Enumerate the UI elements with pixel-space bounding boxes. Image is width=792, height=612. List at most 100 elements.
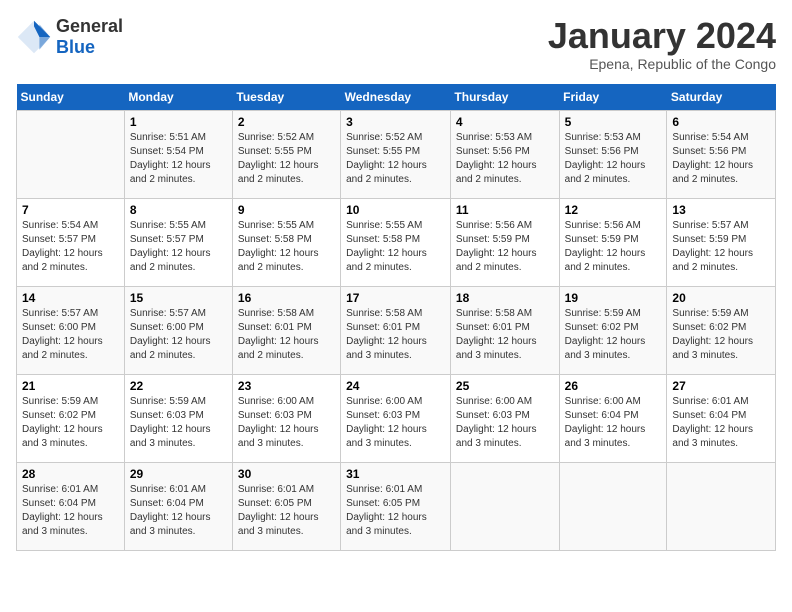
day-info: Sunrise: 6:01 AM Sunset: 6:04 PM Dayligh… [22,483,119,539]
calendar-cell: 14Sunrise: 5:57 AM Sunset: 6:00 PM Dayli… [17,286,125,374]
day-number: 6 [672,115,770,129]
calendar-cell: 9 Sunrise: 5:55 AM Sunset: 5:58 PM Daylig… [232,198,340,286]
day-info: Sunrise: 5:57 AM Sunset: 6:00 PM Dayligh… [130,307,227,363]
day-number: 9 [238,203,335,217]
day-number: 28 [22,467,119,481]
day-info: Sunrise: 5:59 AM Sunset: 6:02 PM Dayligh… [22,395,119,451]
day-info: Sunrise: 5:53 AM Sunset: 5:56 PM Dayligh… [456,131,554,187]
calendar-cell: 6 Sunrise: 5:54 AM Sunset: 5:56 PM Daylig… [667,110,776,198]
calendar-cell: 25Sunrise: 6:00 AM Sunset: 6:03 PM Dayli… [450,374,559,462]
weekday-header-saturday: Saturday [667,84,776,111]
day-number: 17 [346,291,445,305]
calendar-week-row: 28 Sunrise: 6:01 AM Sunset: 6:04 PM Dayli… [17,462,776,550]
calendar-cell: 18 Sunrise: 5:58 AM Sunset: 6:01 PM Dayli… [450,286,559,374]
day-number: 8 [130,203,227,217]
calendar-cell: 7 Sunrise: 5:54 AM Sunset: 5:57 PM Daylig… [17,198,125,286]
calendar-cell: 24 Sunrise: 6:00 AM Sunset: 6:03 PM Dayli… [341,374,451,462]
day-info: Sunrise: 5:56 AM Sunset: 5:59 PM Dayligh… [565,219,662,275]
day-number: 13 [672,203,770,217]
day-number: 21 [22,379,119,393]
calendar-week-row: 14Sunrise: 5:57 AM Sunset: 6:00 PM Dayli… [17,286,776,374]
day-info: Sunrise: 6:00 AM Sunset: 6:03 PM Dayligh… [238,395,335,451]
weekday-header-row: SundayMondayTuesdayWednesdayThursdayFrid… [17,84,776,111]
calendar-cell: 23 Sunrise: 6:00 AM Sunset: 6:03 PM Dayli… [232,374,340,462]
calendar-cell: 16Sunrise: 5:58 AM Sunset: 6:01 PM Dayli… [232,286,340,374]
day-info: Sunrise: 5:58 AM Sunset: 6:01 PM Dayligh… [346,307,445,363]
day-number: 10 [346,203,445,217]
header: General Blue January 2024 Epena, Republi… [16,16,776,72]
calendar-cell: 1Sunrise: 5:51 AM Sunset: 5:54 PM Daylig… [124,110,232,198]
calendar-cell: 29 Sunrise: 6:01 AM Sunset: 6:04 PM Dayli… [124,462,232,550]
day-number: 23 [238,379,335,393]
weekday-header-sunday: Sunday [17,84,125,111]
calendar-cell [17,110,125,198]
day-number: 12 [565,203,662,217]
day-number: 20 [672,291,770,305]
day-number: 19 [565,291,662,305]
calendar-week-row: 7 Sunrise: 5:54 AM Sunset: 5:57 PM Daylig… [17,198,776,286]
location-subtitle: Epena, Republic of the Congo [548,56,776,72]
day-info: Sunrise: 5:54 AM Sunset: 5:57 PM Dayligh… [22,219,119,275]
day-number: 30 [238,467,335,481]
day-number: 1 [130,115,227,129]
logo-blue-text: Blue [56,37,123,58]
calendar-cell: 13 Sunrise: 5:57 AM Sunset: 5:59 PM Dayli… [667,198,776,286]
day-info: Sunrise: 6:01 AM Sunset: 6:05 PM Dayligh… [238,483,335,539]
day-info: Sunrise: 5:56 AM Sunset: 5:59 PM Dayligh… [456,219,554,275]
calendar-cell: 3Sunrise: 5:52 AM Sunset: 5:55 PM Daylig… [341,110,451,198]
day-number: 25 [456,379,554,393]
day-number: 11 [456,203,554,217]
day-info: Sunrise: 6:00 AM Sunset: 6:03 PM Dayligh… [346,395,445,451]
calendar-cell: 21 Sunrise: 5:59 AM Sunset: 6:02 PM Dayli… [17,374,125,462]
calendar-cell: 12 Sunrise: 5:56 AM Sunset: 5:59 PM Dayli… [559,198,667,286]
calendar-cell [559,462,667,550]
day-number: 29 [130,467,227,481]
day-info: Sunrise: 6:01 AM Sunset: 6:04 PM Dayligh… [672,395,770,451]
weekday-header-monday: Monday [124,84,232,111]
day-info: Sunrise: 5:53 AM Sunset: 5:56 PM Dayligh… [565,131,662,187]
day-number: 24 [346,379,445,393]
day-number: 18 [456,291,554,305]
day-info: Sunrise: 5:54 AM Sunset: 5:56 PM Dayligh… [672,131,770,187]
calendar-cell: 28 Sunrise: 6:01 AM Sunset: 6:04 PM Dayli… [17,462,125,550]
calendar-cell [667,462,776,550]
day-number: 7 [22,203,119,217]
day-number: 5 [565,115,662,129]
calendar-cell: 26 Sunrise: 6:00 AM Sunset: 6:04 PM Dayli… [559,374,667,462]
day-info: Sunrise: 5:52 AM Sunset: 5:55 PM Dayligh… [238,131,335,187]
weekday-header-wednesday: Wednesday [341,84,451,111]
logo-general-text: General [56,16,123,37]
day-number: 27 [672,379,770,393]
calendar-cell: 27 Sunrise: 6:01 AM Sunset: 6:04 PM Dayli… [667,374,776,462]
calendar-cell: 2 Sunrise: 5:52 AM Sunset: 5:55 PM Daylig… [232,110,340,198]
day-info: Sunrise: 6:00 AM Sunset: 6:04 PM Dayligh… [565,395,662,451]
day-info: Sunrise: 5:57 AM Sunset: 5:59 PM Dayligh… [672,219,770,275]
day-number: 4 [456,115,554,129]
title-area: January 2024 Epena, Republic of the Cong… [548,16,776,72]
day-info: Sunrise: 5:55 AM Sunset: 5:57 PM Dayligh… [130,219,227,275]
day-info: Sunrise: 6:01 AM Sunset: 6:04 PM Dayligh… [130,483,227,539]
day-number: 15 [130,291,227,305]
logo-icon [16,19,52,55]
calendar-cell [450,462,559,550]
calendar-cell: 8 Sunrise: 5:55 AM Sunset: 5:57 PM Daylig… [124,198,232,286]
day-info: Sunrise: 5:59 AM Sunset: 6:02 PM Dayligh… [565,307,662,363]
day-number: 2 [238,115,335,129]
day-info: Sunrise: 5:58 AM Sunset: 6:01 PM Dayligh… [456,307,554,363]
day-info: Sunrise: 5:55 AM Sunset: 5:58 PM Dayligh… [346,219,445,275]
day-number: 3 [346,115,445,129]
weekday-header-friday: Friday [559,84,667,111]
weekday-header-thursday: Thursday [450,84,559,111]
day-number: 16 [238,291,335,305]
day-number: 31 [346,467,445,481]
calendar-week-row: 1Sunrise: 5:51 AM Sunset: 5:54 PM Daylig… [17,110,776,198]
day-number: 26 [565,379,662,393]
calendar-cell: 17 Sunrise: 5:58 AM Sunset: 6:01 PM Dayli… [341,286,451,374]
calendar-cell: 19 Sunrise: 5:59 AM Sunset: 6:02 PM Dayli… [559,286,667,374]
day-info: Sunrise: 5:59 AM Sunset: 6:03 PM Dayligh… [130,395,227,451]
weekday-header-tuesday: Tuesday [232,84,340,111]
day-number: 22 [130,379,227,393]
calendar-cell: 10 Sunrise: 5:55 AM Sunset: 5:58 PM Dayli… [341,198,451,286]
day-info: Sunrise: 5:55 AM Sunset: 5:58 PM Dayligh… [238,219,335,275]
calendar-cell: 5 Sunrise: 5:53 AM Sunset: 5:56 PM Daylig… [559,110,667,198]
